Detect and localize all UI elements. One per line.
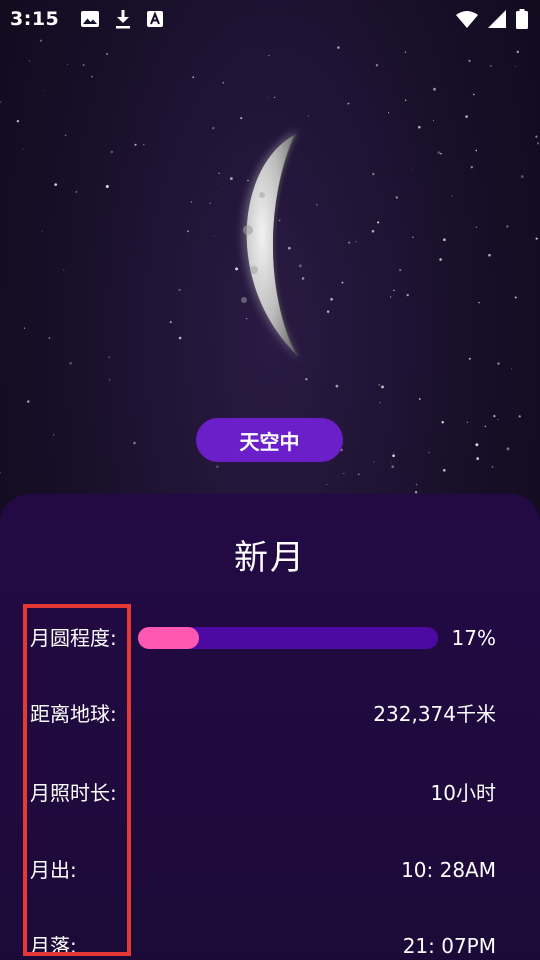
labels-highlight-box xyxy=(23,604,131,956)
battery-icon xyxy=(516,9,528,29)
image-icon xyxy=(81,11,100,27)
illumination-progress-bar xyxy=(138,627,438,649)
status-time: 3:15 xyxy=(10,8,60,30)
moon-crescent-image xyxy=(241,130,300,360)
download-icon xyxy=(116,9,131,28)
sky-status-button[interactable]: 天空中 xyxy=(196,418,343,462)
moon-phase-title: 新月 xyxy=(234,538,306,578)
wifi-icon xyxy=(456,11,478,28)
illumination-value: 17% xyxy=(451,626,496,650)
signal-icon xyxy=(488,10,506,28)
illumination-progress-fill xyxy=(138,627,200,649)
moonset-value: 21: 07PM xyxy=(402,934,496,958)
status-bar: 3:15 xyxy=(0,0,540,38)
moon-phase-screen: 3:15 天空中 新月 月圆程度: 17% 距离地球: 232,374千米 月照… xyxy=(0,0,540,960)
font-a-icon xyxy=(147,11,164,27)
moonrise-value: 10: 28AM xyxy=(401,858,496,882)
duration-value: 10小时 xyxy=(430,781,496,805)
distance-value: 232,374千米 xyxy=(373,702,496,726)
